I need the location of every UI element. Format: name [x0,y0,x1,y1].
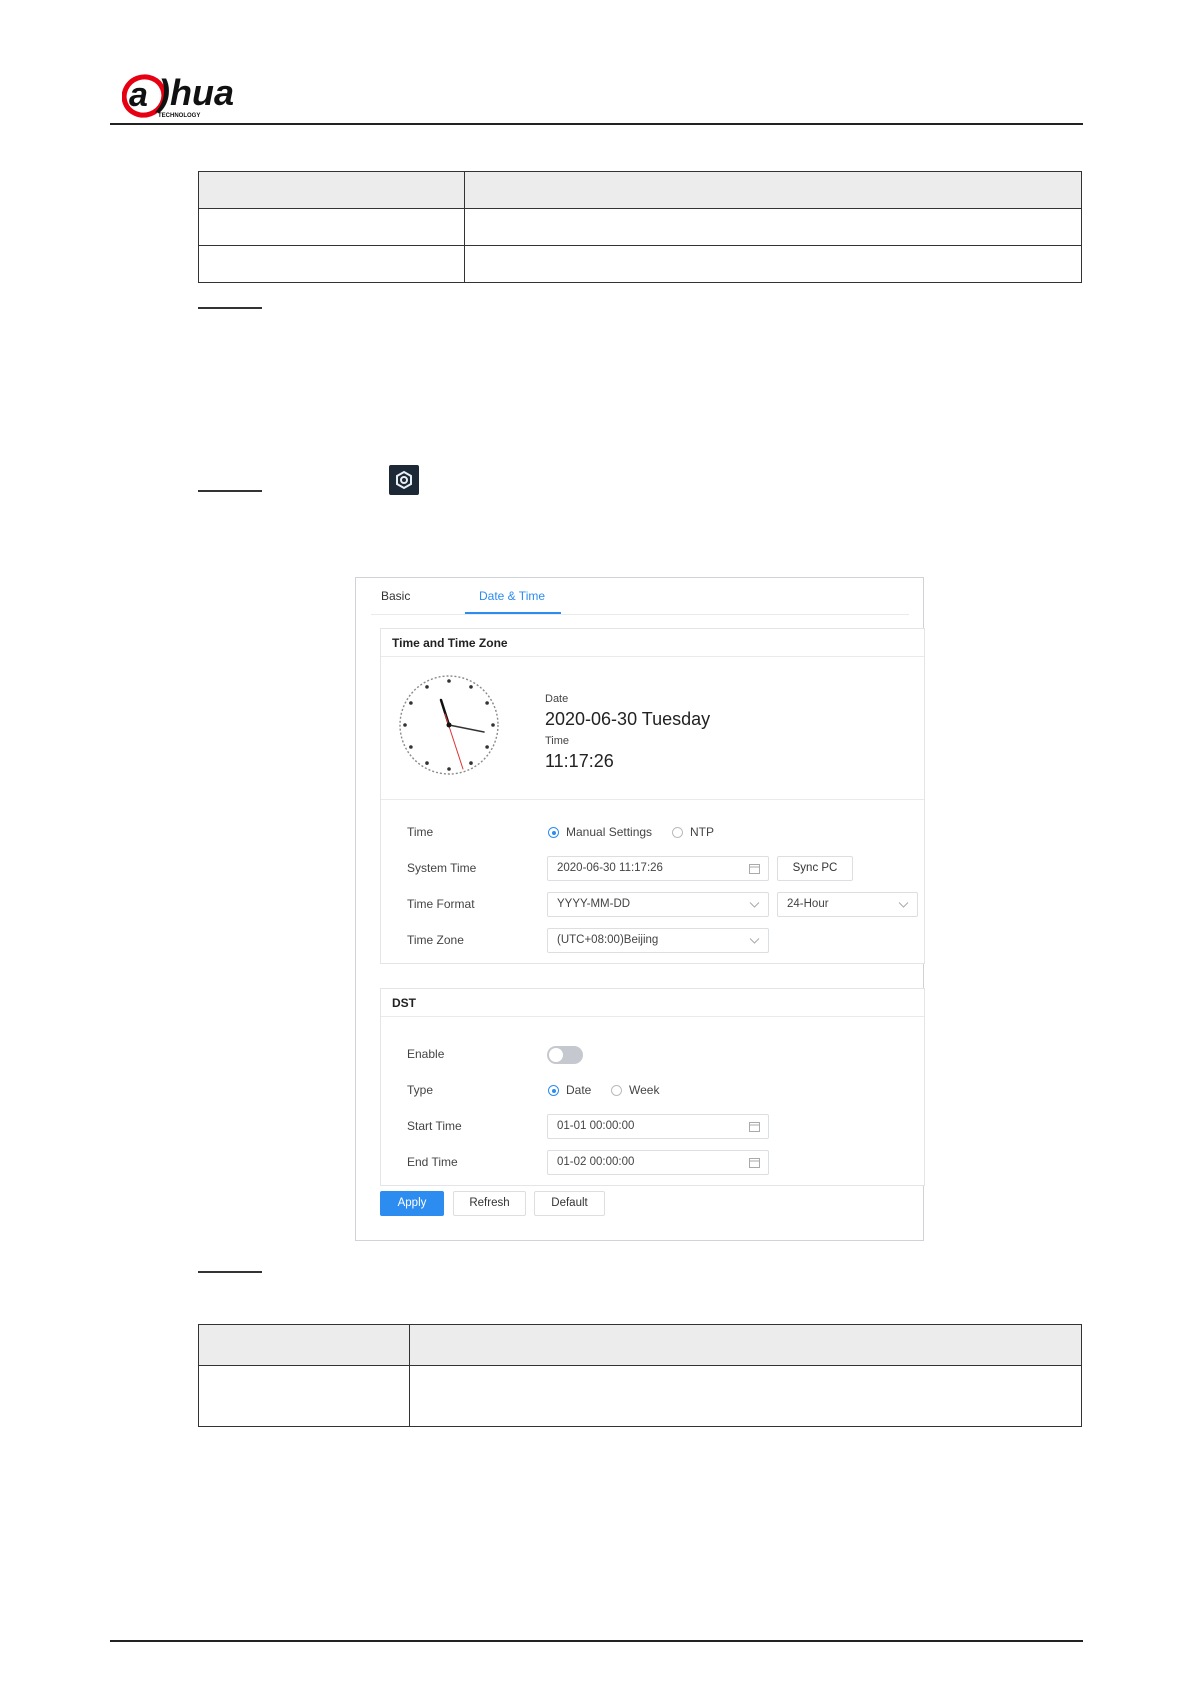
clock-tick [403,723,407,727]
end-time-value: 01-02 00:00:00 [557,1156,635,1168]
calendar-icon [749,864,760,874]
time-format-label: Time Format [407,897,475,911]
table-header-cell [198,1324,410,1366]
calendar-icon [749,1158,760,1168]
section-divider [381,1016,924,1017]
footer-rule [110,1640,1083,1642]
step-marker [198,1271,262,1273]
ntp-label[interactable]: NTP [690,825,714,839]
gear-icon [389,465,419,495]
type-week-label[interactable]: Week [629,1083,659,1097]
table-header-cell [464,171,1082,209]
start-time-label: Start Time [407,1119,462,1133]
ntp-radio[interactable] [672,827,683,838]
clock-tick [491,723,495,727]
default-button[interactable]: Default [534,1191,605,1216]
system-time-label: System Time [407,861,477,875]
type-date-radio[interactable] [548,1085,559,1096]
dahua-logo: a )hua TECHNOLOGY [122,72,234,119]
time-zone-select[interactable]: (UTC+08:00)Beijing [547,928,769,953]
svg-text:)hua: )hua [154,72,234,113]
sync-pc-button[interactable]: Sync PC [777,856,853,881]
clock-tick [469,685,473,689]
clock-tick [409,701,413,705]
date-format-value: YYYY-MM-DD [557,898,631,910]
dst-enable-label: Enable [407,1047,445,1061]
clock-tick [469,761,473,765]
time-zone-value: (UTC+08:00)Beijing [557,934,659,946]
clock-tick [485,745,489,749]
clock-tick [447,767,451,771]
dst-section: DST Enable Type Date Week Start Time 01-… [380,988,925,1186]
tab-divider [371,614,909,615]
manual-settings-label[interactable]: Manual Settings [566,825,652,839]
time-label: Time [545,735,570,747]
system-time-value: 2020-06-30 11:17:26 [557,862,663,874]
table-cell [464,208,1082,246]
table-cell [409,1365,1082,1427]
toggle-knob [549,1048,563,1062]
table-cell [198,245,465,283]
chevron-down-icon [898,902,909,908]
date-value: 2020-06-30 Tuesday [545,709,711,729]
parameter-table-bottom [198,1324,1082,1427]
time-zone-label: Time Zone [407,933,464,947]
chevron-down-icon [749,938,760,944]
tab-date-time[interactable]: Date & Time [479,589,545,603]
clock-tick [409,745,413,749]
manual-settings-radio[interactable] [548,827,559,838]
svg-text:a: a [129,76,148,114]
section-divider [381,656,924,657]
step-marker [198,490,262,492]
table-cell [198,208,465,246]
refresh-button[interactable]: Refresh [453,1191,526,1216]
time-zone-section: Time and Time Zone Date 2020-06-30 Tuesd… [380,628,925,964]
table-header-cell [198,171,465,209]
end-time-input[interactable]: 01-02 00:00:00 [547,1150,769,1175]
date-format-select[interactable]: YYYY-MM-DD [547,892,769,917]
header-rule [110,123,1083,125]
type-date-label[interactable]: Date [566,1083,591,1097]
apply-button[interactable]: Apply [380,1191,444,1216]
section-title: Time and Time Zone [392,636,508,650]
clock-tick [425,761,429,765]
type-week-radio[interactable] [611,1085,622,1096]
system-time-input[interactable]: 2020-06-30 11:17:26 [547,856,769,881]
section-title: DST [392,996,416,1010]
time-value: 11:17:26 [545,751,614,771]
tab-basic[interactable]: Basic [381,589,410,603]
table-cell [198,1365,410,1427]
step-marker [198,307,262,309]
clock-tick [447,679,451,683]
hour-format-select[interactable]: 24-Hour [777,892,918,917]
chevron-down-icon [749,902,760,908]
svg-text:TECHNOLOGY: TECHNOLOGY [158,113,200,119]
section-divider [381,799,924,800]
parameter-table-top [198,171,1082,283]
hour-format-value: 24-Hour [787,898,829,910]
time-mode-label: Time [407,825,434,839]
analog-clock-icon [399,675,499,775]
start-time-input[interactable]: 01-01 00:00:00 [547,1114,769,1139]
table-header-cell [409,1324,1082,1366]
dst-enable-toggle[interactable] [547,1046,583,1064]
dst-type-label: Type [407,1083,434,1097]
date-time-settings-panel: Basic Date & Time Time and Time Zone Dat… [355,577,925,1241]
date-label: Date [545,693,569,705]
table-cell [464,245,1082,283]
clock-tick [485,701,489,705]
start-time-value: 01-01 00:00:00 [557,1120,635,1132]
end-time-label: End Time [407,1155,458,1169]
clock-tick [425,685,429,689]
calendar-icon [749,1122,760,1132]
